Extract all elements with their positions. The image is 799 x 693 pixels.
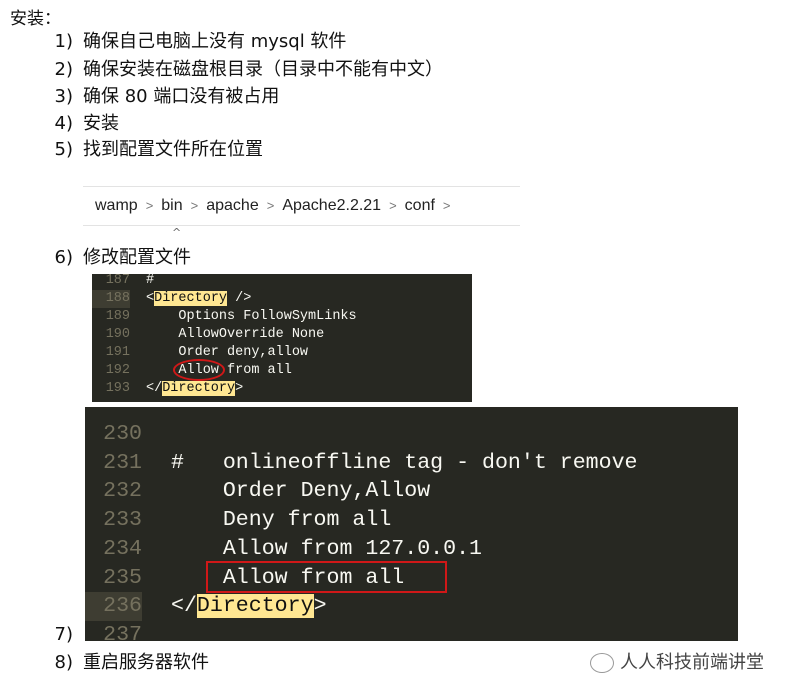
chevron-right-icon: > xyxy=(145,198,154,213)
breadcrumb-item[interactable]: Apache2.2.21 xyxy=(282,197,381,214)
code-line: 232 Order Deny,Allow xyxy=(85,477,738,506)
code-line: 237 xyxy=(85,621,738,641)
chevron-up-icon: ^ xyxy=(172,226,182,239)
line-number: 233 xyxy=(103,508,142,533)
step-number: 4) xyxy=(54,113,73,134)
step-number: 3) xyxy=(54,86,73,107)
chevron-right-icon: > xyxy=(442,198,451,213)
step-number: 5) xyxy=(54,139,73,160)
code-line: 231 # onlineoffline tag - don't remove xyxy=(85,449,738,478)
line-number: 234 xyxy=(103,536,142,561)
chevron-right-icon: > xyxy=(266,198,275,213)
line-number: 231 xyxy=(103,450,142,475)
annotation-circle xyxy=(173,359,225,381)
code-text: Order Deny,Allow xyxy=(171,479,431,504)
chevron-right-icon: > xyxy=(190,198,199,213)
line-number: 189 xyxy=(105,309,130,324)
section-heading: 安装： xyxy=(10,9,61,29)
code-text: Allow from 127.0.0.1 xyxy=(171,536,483,561)
code-text: <Directory /> xyxy=(146,291,252,306)
step-number: 1) xyxy=(54,31,73,52)
code-line: 191 Order deny,allow xyxy=(92,344,472,362)
code-line: 233 Deny from all xyxy=(85,506,738,535)
wechat-icon xyxy=(590,653,614,673)
code-screenshot-1: 187 #188 <Directory /> 189 Options FollowSy… xyxy=(92,274,472,402)
code-line: 192 Allow from all xyxy=(92,362,472,380)
step-number: 8) xyxy=(54,652,73,673)
step-text: 找到配置文件所在位置 xyxy=(83,139,263,160)
code-text: Order deny,allow xyxy=(146,345,309,360)
code-line: 188 <Directory /> xyxy=(92,290,472,308)
breadcrumb: wamp > bin > apache > Apache2.2.21 > conf > xyxy=(83,186,520,226)
code-line: 189 Options FollowSymLinks xyxy=(92,308,472,326)
code-line: 187 # xyxy=(92,274,472,290)
line-number: 230 xyxy=(103,422,142,446)
step-text: 确保自己电脑上没有 mysql 软件 xyxy=(83,31,347,52)
line-number: 191 xyxy=(105,345,130,360)
step-text: 确保安装在磁盘根目录（目录中不能有中文） xyxy=(83,59,443,80)
line-number: 187 xyxy=(105,274,130,288)
line-number: 188 xyxy=(92,290,130,308)
step-text: 安装 xyxy=(83,113,119,134)
code-text: Deny from all xyxy=(171,508,392,533)
highlighted-keyword: Directory xyxy=(162,381,236,396)
step-number: 6) xyxy=(54,247,73,268)
code-text: # onlineoffline tag - don't remove xyxy=(171,450,638,475)
line-number: 236 xyxy=(85,592,142,622)
breadcrumb-item[interactable]: conf xyxy=(405,197,435,214)
code-line: 236 </Directory> xyxy=(85,592,738,622)
line-number: 232 xyxy=(103,479,142,504)
code-text: Options FollowSymLinks xyxy=(146,309,357,324)
code-text: </Directory> xyxy=(146,381,244,396)
chevron-right-icon: > xyxy=(389,198,397,213)
breadcrumb-item[interactable]: bin xyxy=(161,197,182,214)
step-text: 修改配置文件 xyxy=(83,247,191,268)
code-line: 193 </Directory> xyxy=(92,380,472,398)
annotation-box xyxy=(206,561,447,593)
code-line: 190 AllowOverride None xyxy=(92,326,472,344)
line-number: 193 xyxy=(105,381,130,396)
watermark: 人人科技前端讲堂 xyxy=(590,648,764,674)
step-text: 重启服务器软件 xyxy=(83,652,209,673)
breadcrumb-item[interactable]: apache xyxy=(206,197,259,214)
step-number: 7) xyxy=(54,624,73,645)
code-line: 230 xyxy=(85,420,738,449)
step-number: 2) xyxy=(54,59,73,80)
line-number: 190 xyxy=(105,327,130,342)
line-number: 235 xyxy=(103,565,142,590)
code-line: 234 Allow from 127.0.0.1 xyxy=(85,535,738,564)
code-text: AllowOverride None xyxy=(146,327,325,342)
highlighted-keyword: Directory xyxy=(196,594,314,619)
line-number: 192 xyxy=(105,363,130,378)
code-screenshot-2: 230 231 # onlineoffline tag - don't remove… xyxy=(85,407,738,641)
step-text: 确保 80 端口没有被占用 xyxy=(83,86,280,107)
line-number: 237 xyxy=(103,622,142,641)
code-text: # xyxy=(146,274,155,288)
breadcrumb-item[interactable]: wamp xyxy=(95,197,138,214)
highlighted-keyword: Directory xyxy=(154,291,228,306)
code-text: </Directory> xyxy=(171,594,327,619)
